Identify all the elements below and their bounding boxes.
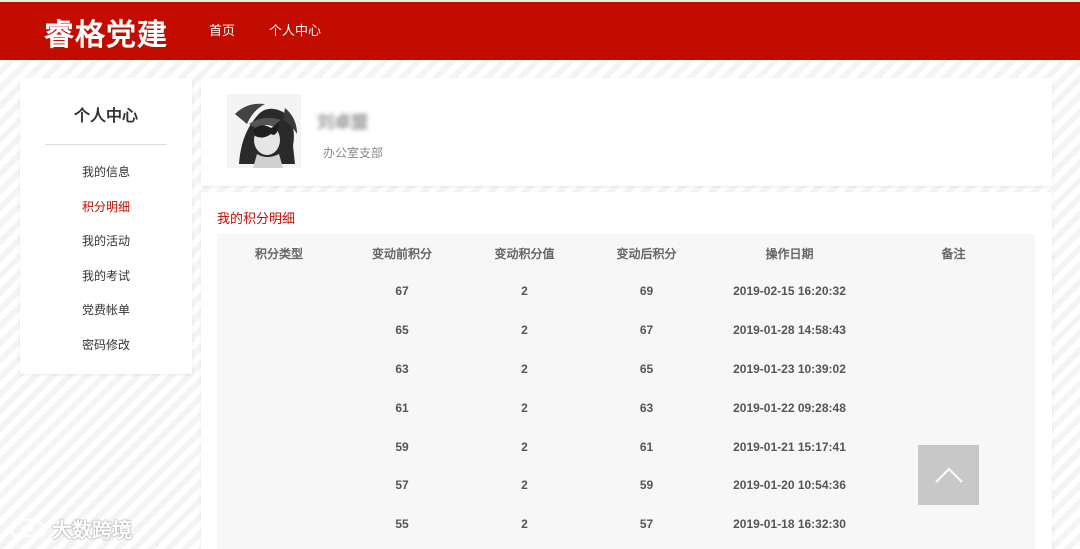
- section-title: 我的积分明细: [217, 211, 296, 226]
- cell-points-change: 2: [521, 478, 528, 493]
- sidebar-item-points-detail[interactable]: 积分明细: [20, 198, 192, 233]
- cell-operation-date: 2019-01-28 14:58:43: [733, 323, 846, 338]
- site-logo[interactable]: 睿格党建: [44, 10, 168, 54]
- sidebar-item-my-exams[interactable]: 我的考试: [20, 267, 192, 302]
- column-header-remarks: 备注: [941, 246, 966, 261]
- cell-points-type: [217, 272, 341, 311]
- cell-points-type: [217, 350, 341, 389]
- table-header-row: 积分类型 变动前积分 变动积分值 变动后积分 操作日期 备注: [217, 234, 1035, 272]
- cell-points-change: 2: [521, 361, 528, 376]
- cell-points-type: [217, 388, 341, 427]
- cell-points-after: 69: [639, 284, 654, 299]
- table-row: 63 2 65 2019-01-23 10:39:02: [217, 350, 1035, 389]
- cell-points-before: 67: [395, 284, 409, 299]
- sidebar-divider: [45, 144, 167, 145]
- watermark-text: 大数跨境: [52, 520, 132, 542]
- cell-points-before: 65: [395, 323, 409, 338]
- cell-points-change: 2: [521, 439, 528, 454]
- sidebar-menu: 我的信息 积分明细 我的活动 我的考试 党费帐单 密码修改: [20, 163, 192, 370]
- cell-remarks: [872, 505, 1035, 544]
- cell-points-change: 2: [521, 323, 528, 338]
- cell-points-after: 59: [639, 478, 654, 493]
- cell-points-before: 57: [395, 478, 409, 493]
- table-row: 55 2 57 2019-01-18 16:32:30: [217, 505, 1035, 544]
- column-header-operation-date: 操作日期: [765, 246, 814, 261]
- column-header-points-before: 变动前积分: [371, 246, 432, 261]
- points-table: 积分类型 变动前积分 变动积分值 变动后积分 操作日期 备注 67 2 69 2…: [217, 234, 1035, 544]
- sidebar-title: 个人中心: [73, 108, 138, 125]
- cell-operation-date: 2019-01-20 10:54:36: [733, 478, 846, 493]
- cell-points-type: [217, 311, 341, 350]
- cell-operation-date: 2019-01-18 16:32:30: [733, 517, 846, 532]
- sidebar: 个人中心 我的信息 积分明细 我的活动 我的考试 党费帐单 密码修改: [20, 78, 192, 374]
- cell-points-before: 59: [395, 439, 409, 454]
- cell-points-after: 65: [639, 361, 654, 376]
- cell-remarks: [872, 311, 1035, 350]
- watermark: 大数跨境: [8, 514, 132, 543]
- cell-operation-date: 2019-01-23 10:39:02: [733, 361, 846, 376]
- cell-points-after: 57: [639, 517, 654, 532]
- cell-operation-date: 2019-01-21 15:17:41: [733, 439, 846, 454]
- cell-remarks: [872, 350, 1035, 389]
- sidebar-item-my-info[interactable]: 我的信息: [20, 163, 192, 198]
- cell-points-before: 61: [395, 400, 409, 415]
- cell-points-type: [217, 466, 341, 505]
- table-row: 57 2 59 2019-01-20 10:54:36: [217, 466, 1035, 505]
- top-header: 睿格党建 首页 个人中心: [0, 0, 1080, 60]
- chevron-up-icon: [934, 467, 963, 483]
- profile-card: 刘卓盟 办公室支部: [201, 78, 1052, 186]
- cell-points-change: 2: [521, 517, 528, 532]
- profile-name: 刘卓盟: [317, 113, 368, 132]
- cell-points-after: 61: [639, 439, 654, 454]
- cell-points-after: 63: [639, 400, 654, 415]
- cell-operation-date: 2019-01-22 09:28:48: [733, 400, 846, 415]
- column-header-points-after: 变动后积分: [616, 246, 677, 261]
- cell-points-before: 63: [395, 361, 409, 376]
- main-nav: 首页 个人中心: [209, 20, 321, 39]
- points-table-wrapper: 积分类型 变动前积分 变动积分值 变动后积分 操作日期 备注 67 2 69 2…: [217, 234, 1035, 549]
- avatar: [227, 94, 301, 168]
- cell-remarks: [872, 388, 1035, 427]
- cloud-logo-icon: [10, 517, 47, 537]
- profile-department: 办公室支部: [323, 146, 384, 160]
- back-to-top-button[interactable]: [918, 445, 979, 505]
- cell-points-change: 2: [521, 400, 528, 415]
- sidebar-item-my-activities[interactable]: 我的活动: [20, 232, 192, 267]
- table-row: 59 2 61 2019-01-21 15:17:41: [217, 427, 1035, 466]
- table-row: 65 2 67 2019-01-28 14:58:43: [217, 311, 1035, 350]
- cell-points-after: 67: [639, 323, 654, 338]
- cell-points-before: 55: [395, 517, 409, 532]
- cell-remarks: [872, 272, 1035, 311]
- column-header-points-type: 积分类型: [254, 246, 303, 261]
- table-row: 61 2 63 2019-01-22 09:28:48: [217, 388, 1035, 427]
- table-row: 67 2 69 2019-02-15 16:20:32: [217, 272, 1035, 311]
- cell-points-type: [217, 505, 341, 544]
- cell-operation-date: 2019-02-15 16:20:32: [733, 284, 846, 299]
- cell-points-change: 2: [521, 284, 528, 299]
- nav-personal-center[interactable]: 个人中心: [269, 20, 321, 39]
- nav-home[interactable]: 首页: [209, 20, 235, 39]
- column-header-points-change: 变动积分值: [494, 246, 555, 261]
- avatar-image-icon: [227, 94, 301, 168]
- sidebar-item-party-dues[interactable]: 党费帐单: [20, 301, 192, 336]
- sidebar-item-change-password[interactable]: 密码修改: [20, 336, 192, 371]
- cell-points-type: [217, 427, 341, 466]
